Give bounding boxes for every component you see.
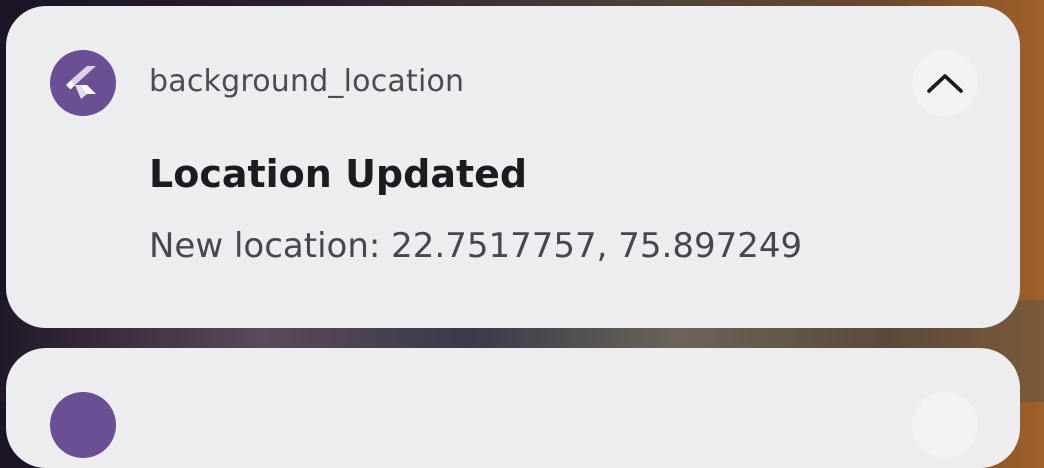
collapse-button[interactable]: [912, 50, 978, 116]
notification-card[interactable]: background_location Location Updated New…: [6, 6, 1020, 328]
notification-body: New location: 22.7517757, 75.897249: [149, 226, 803, 266]
notification-title: Location Updated: [149, 152, 528, 196]
next-notification-card[interactable]: [6, 348, 1020, 468]
chevron-up-icon: [927, 74, 963, 93]
app-name: background_location: [149, 64, 465, 99]
flutter-icon: [50, 50, 116, 116]
